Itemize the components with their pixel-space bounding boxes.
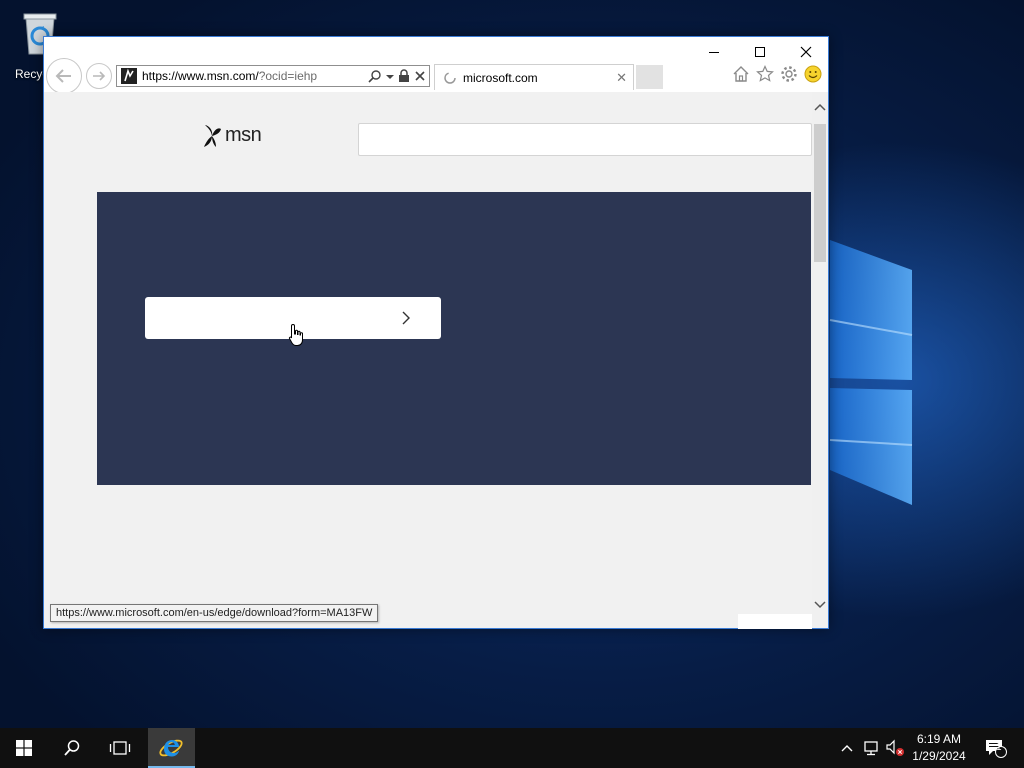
- search-button[interactable]: [48, 728, 96, 768]
- clock-date: 1/29/2024: [912, 749, 966, 763]
- back-button[interactable]: [46, 58, 82, 94]
- browser-window: https://www.msn.com/?ocid=iehp microsoft…: [43, 36, 829, 629]
- scroll-down-arrow-icon[interactable]: [814, 600, 826, 610]
- msn-logo[interactable]: msn: [202, 122, 262, 148]
- forward-button[interactable]: [86, 63, 112, 89]
- tab-title: microsoft.com: [463, 70, 538, 85]
- back-arrow-icon: [55, 69, 71, 83]
- taskbar: 6:19 AM 1/29/2024 1: [0, 728, 1024, 768]
- scroll-up-arrow-icon[interactable]: [814, 102, 826, 112]
- chevron-right-icon: [402, 311, 410, 325]
- internet-explorer-icon: [159, 739, 183, 757]
- smiley-icon[interactable]: [804, 65, 822, 83]
- search-icon[interactable]: [368, 69, 382, 83]
- clock-time: 6:19 AM: [916, 732, 962, 746]
- taskbar-internet-explorer[interactable]: [148, 728, 195, 768]
- link-status-tooltip: https://www.microsoft.com/en-us/edge/dow…: [50, 604, 379, 622]
- chevron-up-icon[interactable]: [840, 741, 854, 755]
- notification-count: 1: [996, 742, 1002, 753]
- vertical-scrollbar[interactable]: [812, 92, 828, 628]
- gear-icon[interactable]: [780, 65, 798, 83]
- minimize-button[interactable]: [691, 39, 737, 65]
- address-url[interactable]: https://www.msn.com/?ocid=iehp: [142, 69, 362, 83]
- tab-close-button[interactable]: ✕: [616, 70, 627, 86]
- loading-spinner-icon: [444, 71, 456, 84]
- lock-icon[interactable]: [398, 69, 410, 83]
- volume-muted-icon[interactable]: [885, 739, 905, 757]
- start-button[interactable]: [0, 728, 48, 768]
- task-view-button[interactable]: [96, 728, 144, 768]
- forward-arrow-icon: [93, 71, 106, 81]
- msn-butterfly-icon: [204, 125, 221, 147]
- address-bar-actions: [368, 69, 426, 83]
- tab-microsoft[interactable]: microsoft.com ✕: [434, 64, 634, 90]
- msn-site-icon: [121, 68, 137, 84]
- page-footer-element: [738, 614, 812, 629]
- close-icon: [800, 46, 812, 58]
- close-window-button[interactable]: [783, 39, 829, 65]
- maximize-button[interactable]: [737, 39, 783, 65]
- msn-search-input[interactable]: [358, 123, 812, 156]
- windows-start-icon: [16, 740, 32, 756]
- windows-logo-wallpaper: [829, 240, 913, 505]
- star-icon[interactable]: [756, 65, 774, 83]
- dropdown-arrow-icon[interactable]: [386, 69, 394, 83]
- msn-logo-text: msn: [225, 123, 262, 146]
- address-bar[interactable]: https://www.msn.com/?ocid=iehp: [116, 65, 430, 87]
- maximize-icon: [755, 47, 765, 57]
- task-view-icon: [109, 741, 131, 755]
- system-clock[interactable]: 6:19 AM 1/29/2024: [908, 731, 970, 765]
- search-icon: [64, 740, 80, 756]
- browser-chrome: https://www.msn.com/?ocid=iehp microsoft…: [44, 37, 829, 94]
- action-center-button[interactable]: 1: [976, 728, 1016, 768]
- address-url-host: https://www.msn.com/: [142, 69, 259, 83]
- command-icons: [732, 65, 822, 83]
- scrollbar-thumb[interactable]: [814, 124, 826, 262]
- address-url-rest: ?ocid=iehp: [258, 69, 318, 83]
- home-icon[interactable]: [732, 65, 750, 83]
- minimize-icon: [709, 52, 719, 53]
- new-tab-button[interactable]: [636, 65, 663, 89]
- network-icon[interactable]: [862, 740, 880, 756]
- stop-icon[interactable]: [414, 69, 426, 83]
- page-content: msn: [44, 92, 828, 628]
- hand-cursor-icon: [288, 323, 303, 346]
- hero-banner: [97, 192, 811, 485]
